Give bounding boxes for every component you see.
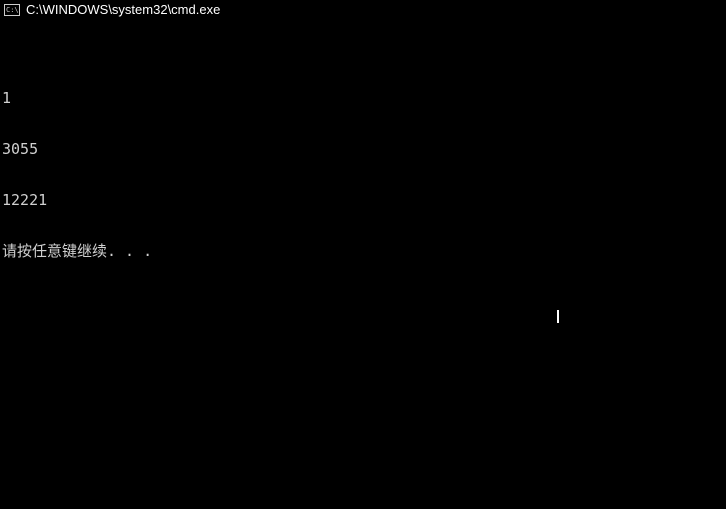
console-line: 1 bbox=[2, 90, 726, 107]
console-line: 3055 bbox=[2, 141, 726, 158]
window-title: C:\WINDOWS\system32\cmd.exe bbox=[26, 0, 220, 20]
console-line: 12221 bbox=[2, 192, 726, 209]
text-cursor bbox=[557, 310, 559, 323]
cmd-icon bbox=[4, 4, 20, 16]
console-output[interactable]: 1 3055 12221 请按任意键继续. . . bbox=[0, 20, 726, 277]
window-titlebar[interactable]: C:\WINDOWS\system32\cmd.exe bbox=[0, 0, 726, 20]
console-line: 请按任意键继续. . . bbox=[2, 243, 726, 260]
